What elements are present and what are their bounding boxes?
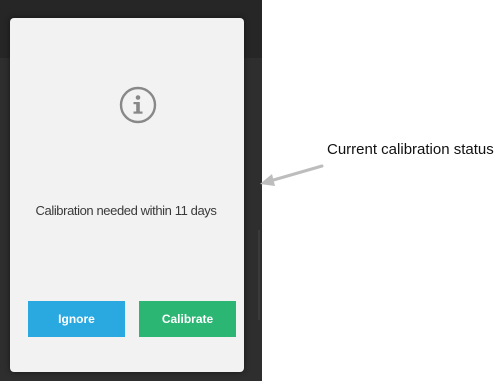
calibrate-button-label: Calibrate: [161, 312, 214, 326]
calibration-message: Calibration needed within 11 days: [35, 203, 217, 218]
screenshot-stage: Calibration needed within 11 days Ignore…: [0, 0, 502, 381]
ignore-button[interactable]: Ignore: [28, 301, 125, 337]
ignore-button-label: Ignore: [58, 312, 95, 326]
calibrate-button[interactable]: Calibrate: [139, 301, 236, 337]
info-icon: [119, 86, 157, 124]
arrow-left-icon: [260, 164, 324, 186]
calibration-dialog: Calibration needed within 11 days Ignore…: [10, 18, 244, 372]
annotation-label: Current calibration status: [327, 141, 494, 158]
backdrop-divider: [258, 230, 260, 320]
